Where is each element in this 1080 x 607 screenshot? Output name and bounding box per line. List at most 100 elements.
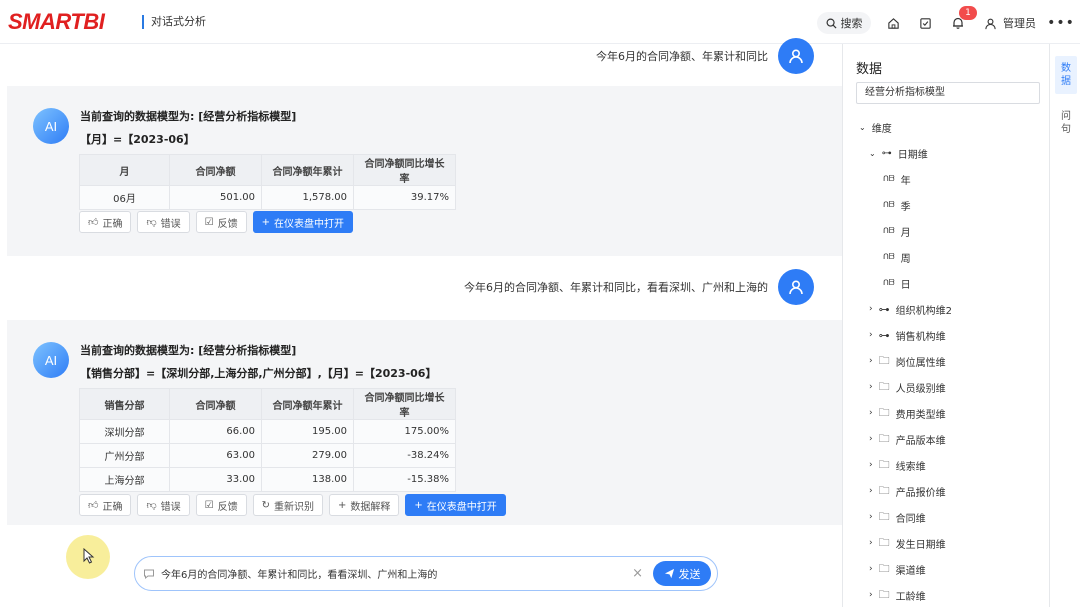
data-panel: 数据 经营分析指标模型 ⌄ 维度 ⌄ ⊶ 日期维 ᑎᗷ 年 ᑎᗷ 季 ᑎᗷ 月 ᑎᗷ 周 ᑎᗷ 日… [842,44,1049,607]
data-explain-button[interactable]: + 数据解释 [328,494,400,516]
chat-input-box[interactable]: 今年6月的合同净额、年累计和同比，看看深圳、广州和上海的 × 发送 [134,556,718,591]
level-icon: ᑎᗷ [883,252,895,261]
send-icon [664,568,674,579]
table-row: 上海分部 33.00 138.00 -15.38% [79,467,456,492]
edit-check-icon [919,17,931,29]
feedback-button[interactable]: ☑ 反馈 [195,494,247,516]
open-in-dashboard-button[interactable]: + 在仪表盘中打开 [405,494,506,516]
folder-icon: 🗀 [878,509,890,523]
tree-label: 年 [900,175,911,187]
hierarchy-icon: ⊶ [878,328,890,342]
tree-label: 维度 [871,123,892,135]
home-button[interactable] [882,12,904,34]
column-header: 销售分部 [79,388,170,420]
column-header: 合同净额同比增长率 [353,154,456,186]
thumbs-up-icon: 👍︎ [88,217,99,228]
folder-icon: 🗀 [878,535,890,549]
plus-icon: + [337,499,347,511]
open-in-dashboard-button[interactable]: + 在仪表盘中打开 [252,211,353,233]
tab-questions[interactable]: 问句 [1055,104,1077,142]
folder-icon: 🗀 [878,483,890,497]
search-icon [826,18,837,29]
tree-node-dimension-item[interactable]: › 🗀 合同维 [869,506,926,528]
tree-node-dimension-item[interactable]: › 🗀 工龄维 [869,584,926,606]
send-button[interactable]: 发送 [653,561,711,586]
thumbs-down-icon: 👎︎ [146,500,157,511]
level-icon: ᑎᗷ [883,226,895,235]
tab-label: 问句 [1061,111,1071,135]
chevron-right-icon: › [869,330,873,340]
tree-node-dimension-item[interactable]: › 🗀 渠道维 [869,558,926,580]
task-button[interactable] [914,12,936,34]
table-cell: 279.00 [261,443,354,468]
tree-node-dimension-item[interactable]: › 🗀 线索维 [869,454,926,476]
tree-label: 周 [900,253,911,265]
table-header-row: 销售分部 合同净额 合同净额年累计 合同净额同比增长率 [79,388,456,420]
correct-button[interactable]: 👍︎ 正确 [79,494,132,516]
tree-label: 产品版本维 [895,435,946,447]
user-name: 管理员 [1003,17,1036,30]
tree-label: 日 [900,279,911,291]
table-cell: 63.00 [169,443,262,468]
model-line: 当前查询的数据模型为: [经营分析指标模型] [80,110,297,123]
more-button[interactable]: ••• [1047,12,1075,34]
chevron-right-icon: › [869,304,873,314]
column-header: 合同净额年累计 [261,154,354,186]
tree-node-dimension-item[interactable]: › ⊶ 销售机构维 [869,324,946,346]
tree-node-dimension-item[interactable]: › ⊶ 组织机构维2 [869,298,952,320]
tree-node-level[interactable]: ᑎᗷ 年 [883,168,911,190]
vertical-tabs: 数据 问句 [1049,44,1080,607]
tree-label: 日期维 [897,149,928,161]
tree-node-level[interactable]: ᑎᗷ 月 [883,220,911,242]
column-header: 合同净额 [169,388,262,420]
chevron-right-icon: › [869,356,873,366]
chat-input[interactable]: 今年6月的合同净额、年累计和同比，看看深圳、广州和上海的 [155,566,632,581]
wrong-button[interactable]: 👎︎ 错误 [137,494,190,516]
chat-area: 今年6月的合同净额、年累计和同比 AI 当前查询的数据模型为: [经营分析指标模… [0,38,842,607]
tree-label: 合同维 [895,513,926,525]
tree-node-date-dim[interactable]: ⌄ ⊶ 日期维 [869,142,928,164]
ai-response-2: AI 当前查询的数据模型为: [经营分析指标模型] 【销售分部】=【深圳分部,上… [7,320,842,525]
chevron-right-icon: › [869,590,873,600]
thumbs-up-icon: 👍︎ [88,500,99,511]
wrong-button[interactable]: 👎︎ 错误 [137,211,190,233]
table-cell: 广州分部 [79,443,170,468]
re-recognize-button[interactable]: ↻ 重新识别 [252,494,323,516]
table-cell: 195.00 [261,419,354,444]
table-cell: 501.00 [169,185,262,210]
tree-node-dimension-item[interactable]: › 🗀 产品版本维 [869,428,946,450]
chevron-down-icon: ⌄ [859,122,866,132]
table-cell: 175.00% [353,419,456,444]
more-icon: ••• [1047,15,1075,31]
tree-node-dimension-item[interactable]: › 🗀 费用类型维 [869,402,946,424]
feedback-button[interactable]: ☑ 反馈 [195,211,247,233]
chevron-right-icon: › [869,460,873,470]
clear-icon[interactable]: × [632,566,643,581]
table-cell: 1,578.00 [261,185,354,210]
chevron-right-icon: › [869,486,873,496]
tab-data[interactable]: 数据 [1055,56,1077,94]
panel-title: 数据 [856,62,883,77]
table-cell: 39.17% [353,185,456,210]
tree-node-dimension-item[interactable]: › 🗀 产品报价维 [869,480,946,502]
search-button[interactable]: 搜索 [817,12,871,34]
table-cell: -38.24% [353,443,456,468]
tree-node-dimension-item[interactable]: › 🗀 岗位属性维 [869,350,946,372]
user-avatar [778,38,814,74]
folder-icon: 🗀 [878,457,890,471]
model-line: 当前查询的数据模型为: [经营分析指标模型] [80,344,297,357]
tree-node-dimension[interactable]: ⌄ 维度 [859,116,892,138]
folder-icon: 🗀 [878,561,890,575]
tree-node-level[interactable]: ᑎᗷ 周 [883,246,911,268]
correct-button[interactable]: 👍︎ 正确 [79,211,132,233]
tree-label: 销售机构维 [895,331,946,343]
tree-node-level[interactable]: ᑎᗷ 日 [883,272,911,294]
tree-node-dimension-item[interactable]: › 🗀 人员级别维 [869,376,946,398]
tree-node-level[interactable]: ᑎᗷ 季 [883,194,911,216]
user-menu[interactable]: 管理员 [984,12,1036,34]
tree-node-dimension-item[interactable]: › 🗀 发生日期维 [869,532,946,554]
smartbi-logo[interactable]: SMARTBI [8,9,105,35]
folder-icon: 🗀 [878,379,890,393]
folder-icon: 🗀 [878,587,890,601]
model-selector[interactable]: 经营分析指标模型 [856,82,1040,104]
